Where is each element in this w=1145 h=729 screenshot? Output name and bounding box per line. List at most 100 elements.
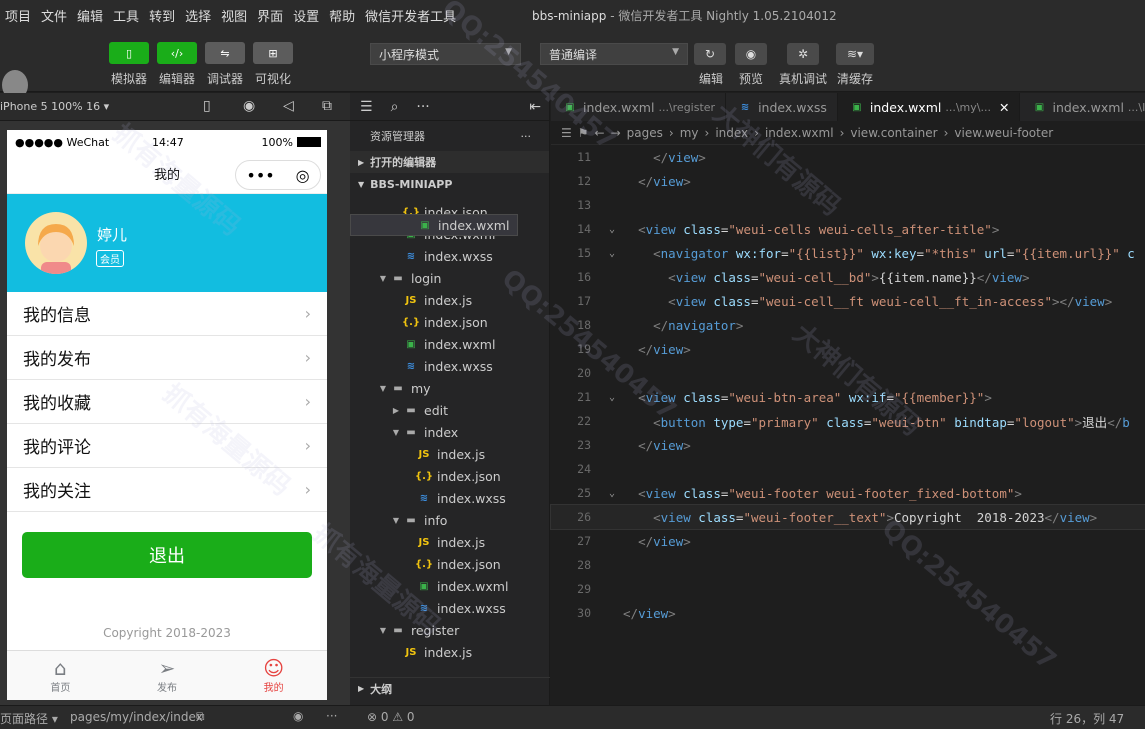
tree-file[interactable]: ≋ index.wxss xyxy=(350,355,550,377)
page-path-label[interactable]: 页面路径 ▾ xyxy=(0,710,58,727)
breadcrumb-item[interactable]: index.wxml xyxy=(765,126,834,140)
problems-indicator[interactable]: ⊗ 0 ⚠ 0 xyxy=(367,710,415,724)
breadcrumb-item[interactable]: view.weui-footer xyxy=(954,126,1053,140)
tree-folder[interactable]: ▼ ▬ login xyxy=(350,267,550,289)
breadcrumb-item[interactable]: pages xyxy=(627,126,663,140)
search-icon[interactable]: ⌕ xyxy=(391,99,399,115)
breadcrumb-item[interactable]: my xyxy=(680,126,699,140)
fold-chevron-icon[interactable]: ⌄ xyxy=(601,488,623,499)
editor-tab[interactable]: ▣ index.wxml ...\I xyxy=(1020,93,1145,121)
tree-folder[interactable]: ▶ ▬ edit xyxy=(350,399,550,421)
menu-item[interactable]: 视图 xyxy=(216,6,252,25)
close-target-icon[interactable]: ◎ xyxy=(296,166,310,185)
forward-icon[interactable]: → xyxy=(611,126,621,140)
editor-tab[interactable]: ▣ index.wxml ...\register xyxy=(551,93,727,121)
menu-item[interactable]: 设置 xyxy=(288,6,324,25)
simulator-button[interactable]: ▯ xyxy=(109,42,149,64)
menu-item[interactable]: 编辑 xyxy=(72,6,108,25)
code-line[interactable]: 22 <button type="primary" class="weui-bt… xyxy=(551,409,1145,433)
code-line[interactable]: 25 ⌄ <view class="weui-footer weui-footer… xyxy=(551,481,1145,505)
code-line[interactable]: 28 xyxy=(551,553,1145,577)
code-line[interactable]: 23 </view> xyxy=(551,433,1145,457)
tab-bar-item[interactable]: ⌂ 首页 xyxy=(7,651,114,700)
more-icon[interactable]: ••• xyxy=(246,166,274,185)
project-section[interactable]: ▼ BBS-MINIAPP xyxy=(350,173,549,195)
cursor-position[interactable]: 行 26，列 47 xyxy=(1050,710,1124,727)
device-icon[interactable]: ▯ xyxy=(203,98,211,114)
menu-item[interactable]: 项目 xyxy=(0,6,36,25)
device-select[interactable]: iPhone 5 100% 16 ▾ xyxy=(0,100,109,113)
profile-menu-item[interactable]: 我的关注 › xyxy=(7,468,327,512)
tree-file[interactable]: JS index.js xyxy=(350,443,550,465)
more-icon[interactable]: ··· xyxy=(416,99,429,115)
split-icon[interactable]: ⇤ xyxy=(529,99,541,115)
preview-button[interactable]: ◉ xyxy=(735,43,767,65)
close-icon[interactable]: ✕ xyxy=(999,100,1009,115)
list-icon[interactable]: ☰ xyxy=(360,99,373,115)
tree-file[interactable]: JS index.js xyxy=(350,289,550,311)
menu-item[interactable]: 选择 xyxy=(180,6,216,25)
tree-file[interactable]: {.} index.json xyxy=(350,553,550,575)
compile-select[interactable]: 普通编译 ▼ xyxy=(540,43,688,65)
code-line[interactable]: 26 <view class="weui-footer__text">Copyr… xyxy=(550,504,1145,530)
menu-item[interactable]: 微信开发者工具 xyxy=(360,6,461,25)
tree-file[interactable]: JS index.js xyxy=(350,531,550,553)
more-icon[interactable]: ··· xyxy=(521,130,532,143)
profile-menu-item[interactable]: 我的评论 › xyxy=(7,424,327,468)
tab-bar-item[interactable]: ☺ 我的 xyxy=(220,651,327,700)
debugger-button[interactable]: ⇋ xyxy=(205,42,245,64)
tree-file[interactable]: JS index.js xyxy=(350,641,550,663)
fold-chevron-icon[interactable]: ⌄ xyxy=(601,224,623,235)
tree-file[interactable]: {.} index.json xyxy=(350,465,550,487)
compile-button[interactable]: ↻ xyxy=(694,43,726,65)
code-line[interactable]: 21 ⌄ <view class="weui-btn-area" wx:if="{… xyxy=(551,385,1145,409)
real-debug-button[interactable]: ✲ xyxy=(787,43,819,65)
tree-folder[interactable]: ▼ ▬ my xyxy=(350,377,550,399)
code-line[interactable]: 12 </view> xyxy=(551,169,1145,193)
bookmark-icon[interactable]: ⚑ xyxy=(578,126,589,140)
editor-tab[interactable]: ≋ index.wxss xyxy=(726,93,838,121)
tree-file[interactable]: ≋ index.wxss xyxy=(350,597,550,619)
tree-file[interactable]: ≋ index.wxss xyxy=(350,245,550,267)
profile-menu-item[interactable]: 我的发布 › xyxy=(7,336,327,380)
breadcrumb-item[interactable]: index xyxy=(715,126,748,140)
logout-button[interactable]: 退出 xyxy=(22,532,312,578)
editor-button[interactable]: ‹/› xyxy=(157,42,197,64)
tree-folder[interactable]: ▼ ▬ info xyxy=(350,509,550,531)
profile-menu-item[interactable]: 我的信息 › xyxy=(7,292,327,336)
tree-file[interactable]: ≋ index.wxss xyxy=(350,487,550,509)
code-line[interactable]: 30 </view> xyxy=(551,601,1145,625)
code-line[interactable]: 14 ⌄ <view class="weui-cells weui-cells_a… xyxy=(551,217,1145,241)
clear-cache-button[interactable]: ≋▾ xyxy=(836,43,874,65)
menu-item[interactable]: 文件 xyxy=(36,6,72,25)
code-line[interactable]: 19 </view> xyxy=(551,337,1145,361)
tab-bar-item[interactable]: ➢ 发布 xyxy=(114,651,221,700)
breadcrumb-item[interactable]: view.container xyxy=(850,126,937,140)
volume-icon[interactable]: ◁ xyxy=(283,98,294,114)
code-line[interactable]: 17 <view class="weui-cell__ft weui-cell_… xyxy=(551,289,1145,313)
code-line[interactable]: 11 </view> xyxy=(551,145,1145,169)
tree-folder[interactable]: ▼ ▬ index xyxy=(350,421,550,443)
code-line[interactable]: 15 ⌄ <navigator wx:for="{{list}}" wx:key=… xyxy=(551,241,1145,265)
code-line[interactable]: 20 xyxy=(551,361,1145,385)
back-icon[interactable]: ← xyxy=(595,126,605,140)
menu-item[interactable]: 转到 xyxy=(144,6,180,25)
avatar[interactable] xyxy=(25,212,87,274)
visual-button[interactable]: ⊞ xyxy=(253,42,293,64)
eye-icon[interactable]: ◉ xyxy=(293,709,303,723)
editor-tab[interactable]: ▣ index.wxml ...\my\... ✕ xyxy=(837,93,1021,121)
mode-select[interactable]: 小程序模式 ▼ xyxy=(370,43,521,65)
open-editors-section[interactable]: ▶ 打开的编辑器 xyxy=(350,151,549,173)
tree-file[interactable]: ▣ index.wxml xyxy=(350,333,550,355)
tree-file[interactable]: ▣ index.wxml xyxy=(350,575,550,597)
code-line[interactable]: 24 xyxy=(551,457,1145,481)
code-line[interactable]: 13 xyxy=(551,193,1145,217)
list-icon[interactable]: ☰ xyxy=(561,126,572,140)
more-icon[interactable]: ··· xyxy=(326,709,337,723)
tree-folder[interactable]: ▼ ▬ register xyxy=(350,619,550,641)
profile-menu-item[interactable]: 我的收藏 › xyxy=(7,380,327,424)
code-area[interactable]: 11 </view> 12 </view> 13 14 ⌄ <view class="w… xyxy=(550,145,1145,625)
outline-section[interactable]: ▶ 大纲 xyxy=(350,677,550,699)
tree-file[interactable]: {.} index.json xyxy=(350,311,550,333)
fold-chevron-icon[interactable]: ⌄ xyxy=(601,248,623,259)
